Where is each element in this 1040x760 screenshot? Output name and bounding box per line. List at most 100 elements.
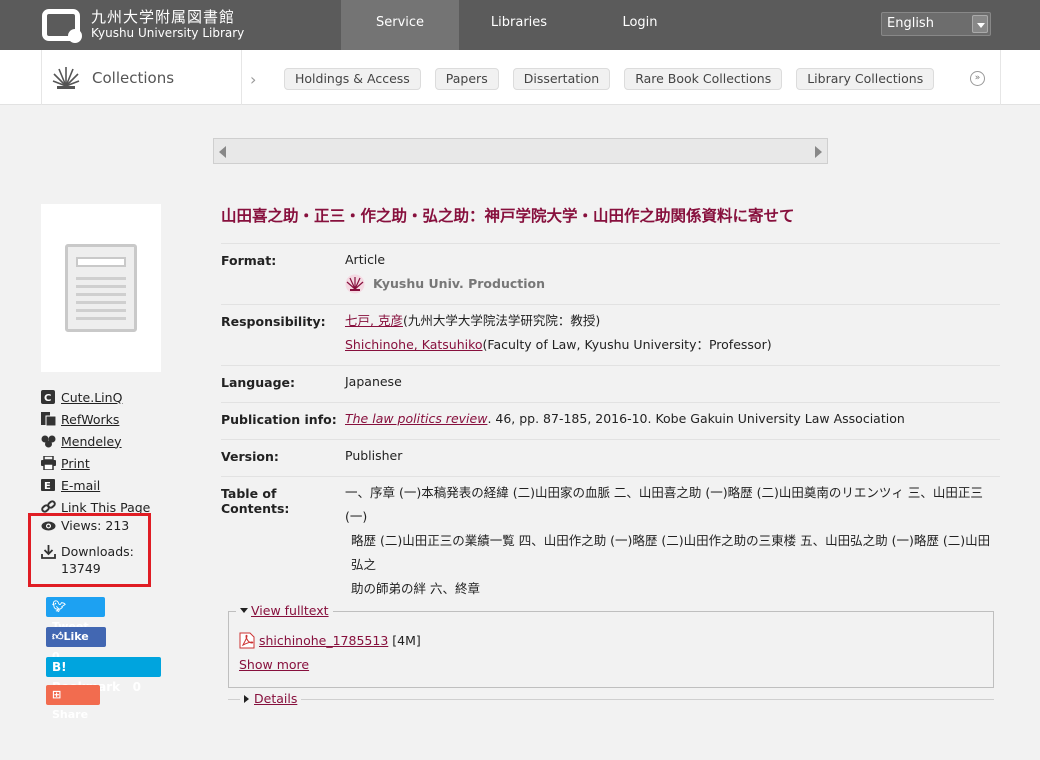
collections-bar: Collections › Holdings & Access Papers D… [0, 50, 1040, 105]
cute-linq-icon: C [41, 390, 55, 404]
author-link-en[interactable]: Shichinohe, Katsuhiko [345, 337, 483, 352]
language-select[interactable]: English [881, 12, 991, 36]
field-format: Format: Article Kyushu Univ. Production [221, 244, 1000, 305]
refworks-icon [41, 412, 56, 426]
toc-label: Table of Contents: [221, 486, 290, 516]
collection-pills: Holdings & Access Papers Dissertation Ra… [284, 68, 948, 90]
top-header: 九州大学附属図書館 Kyushu University Library Serv… [0, 0, 1040, 50]
horizontal-scrollbar[interactable] [213, 138, 828, 164]
university-emblem-icon [345, 274, 365, 294]
responsibility-label: Responsibility: [221, 314, 326, 329]
pill-dissertation[interactable]: Dissertation [512, 68, 611, 90]
view-fulltext-link[interactable]: View fulltext [251, 603, 329, 618]
details-divider [228, 699, 994, 700]
field-publication-info: Publication info: The law politics revie… [221, 403, 1000, 440]
triangle-right-icon [244, 694, 249, 703]
library-logo[interactable]: 九州大学附属図書館 Kyushu University Library [42, 6, 244, 44]
show-more-link[interactable]: Show more [239, 657, 309, 672]
fulltext-file-link[interactable]: shichinohe_1785513 [259, 633, 388, 648]
fulltext-box [228, 611, 994, 688]
stats-highlight-box [28, 513, 151, 587]
author-affiliation-en: (Faculty of Law, Kyushu University：Profe… [482, 337, 772, 352]
print-icon [41, 456, 56, 470]
triangle-down-icon [240, 608, 248, 613]
tool-print[interactable]: Print [41, 452, 150, 474]
tool-label[interactable]: E-mail [61, 478, 100, 493]
pill-rare-book-collections[interactable]: Rare Book Collections [624, 68, 783, 90]
language-label: Language: [221, 375, 296, 390]
format-value: Article [345, 252, 386, 267]
tool-label[interactable]: Cute.LinQ [61, 390, 122, 405]
tool-label[interactable]: Mendeley [61, 434, 122, 449]
chevron-right-icon: › [250, 70, 257, 89]
pill-holdings-access[interactable]: Holdings & Access [284, 68, 421, 90]
facebook-like-button[interactable]: 👍︎Like 0 [46, 627, 106, 663]
version-value: Publisher [345, 448, 403, 463]
share-label: Share [52, 708, 89, 721]
field-responsibility: Responsibility: 七戸, 克彦(九州大学大学院法学研究院：教授) … [221, 305, 1000, 366]
kyushu-production-badge: Kyushu Univ. Production [345, 272, 545, 296]
logo-text: 九州大学附属図書館 Kyushu University Library [91, 9, 244, 41]
scroll-right-icon[interactable] [815, 146, 822, 158]
pubinfo-rest: . 46, pp. 87-185, 2016-10. Kobe Gakuin U… [487, 411, 905, 426]
university-emblem-icon [52, 66, 80, 89]
language-value: English [887, 16, 934, 31]
toc-line: 一、序章 (一)本稿発表の経緯 (二)山田家の血脈 二、山田喜之助 (一)略歴 … [345, 485, 983, 524]
pill-papers[interactable]: Papers [434, 68, 499, 90]
plus-icon: ⊞ [52, 688, 62, 701]
document-icon [65, 244, 137, 332]
logo-english: Kyushu University Library [91, 26, 245, 40]
details-link[interactable]: Details [254, 691, 297, 706]
main-nav: Service Libraries Login [341, 0, 701, 50]
collections-title: Collections [92, 68, 175, 87]
nav-login[interactable]: Login [579, 0, 701, 50]
thumbs-up-icon: 👍︎ [52, 630, 64, 643]
author-affiliation-jp: (九州大学大学院法学研究院：教授) [402, 313, 601, 328]
pdf-icon [239, 632, 255, 649]
hatena-bookmark-button[interactable]: B! Bookmark 0 [46, 657, 161, 694]
fulltext-file-size: [4M] [392, 633, 421, 648]
nav-libraries[interactable]: Libraries [459, 0, 579, 50]
share-button[interactable]: ⊞ Share [46, 685, 100, 721]
logo-japanese: 九州大学附属図書館 [91, 8, 236, 26]
field-table-of-contents: Table of Contents: 一、序章 (一)本稿発表の経緯 (二)山田… [221, 477, 1000, 609]
pill-library-collections[interactable]: Library Collections [796, 68, 935, 90]
collections-home[interactable]: Collections [41, 50, 242, 105]
nav-service[interactable]: Service [341, 0, 459, 50]
svg-text:C: C [44, 393, 51, 404]
field-version: Version: Publisher [221, 440, 1000, 477]
view-fulltext-toggle[interactable]: View fulltext [236, 603, 333, 618]
journal-link[interactable]: The law politics review [345, 411, 487, 426]
record-title: 山田喜之助・正三・作之助・弘之助：神戸学院大学・山田作之助関係資料に寄せて [221, 207, 795, 225]
sidebar-tools: C Cute.LinQ RefWorks Mendeley Print E E-… [41, 386, 150, 518]
record-fields: Format: Article Kyushu Univ. Production … [221, 243, 1000, 609]
link-icon [41, 500, 56, 513]
svg-text:E: E [44, 481, 51, 492]
language-value: Japanese [345, 374, 402, 389]
document-thumbnail [41, 204, 161, 372]
email-icon: E [41, 479, 55, 492]
toc-line: 助の師弟の絆 六、終章 [351, 581, 480, 596]
library-logo-mark-icon [42, 7, 85, 43]
toc-line: 略歴 (二)山田正三の業績一覧 四、山田作之助 (一)略歴 (二)山田作之助の三… [351, 533, 991, 572]
author-link-jp[interactable]: 七戸, 克彦 [345, 313, 403, 328]
version-label: Version: [221, 449, 279, 464]
tool-label[interactable]: Print [61, 456, 90, 471]
production-label: Kyushu Univ. Production [373, 276, 546, 291]
bookmark-count: 0 [132, 680, 142, 694]
expand-more-icon[interactable]: » [970, 71, 985, 86]
tool-refworks[interactable]: RefWorks [41, 408, 150, 430]
format-label: Format: [221, 253, 277, 268]
twitter-icon: 🐦︎ [52, 600, 66, 613]
mendeley-icon [41, 435, 56, 448]
divider [1000, 50, 1001, 105]
field-language: Language: Japanese [221, 366, 1000, 403]
details-toggle[interactable]: Details [240, 691, 302, 706]
tool-label[interactable]: RefWorks [61, 412, 119, 427]
tool-mendeley[interactable]: Mendeley [41, 430, 150, 452]
scroll-left-icon[interactable] [219, 146, 226, 158]
tool-email[interactable]: E E-mail [41, 474, 150, 496]
fulltext-file: shichinohe_1785513 [4M] [239, 632, 421, 649]
tool-cute-linq[interactable]: C Cute.LinQ [41, 386, 150, 408]
tweet-button[interactable]: 🐦︎Tweet [46, 597, 105, 633]
